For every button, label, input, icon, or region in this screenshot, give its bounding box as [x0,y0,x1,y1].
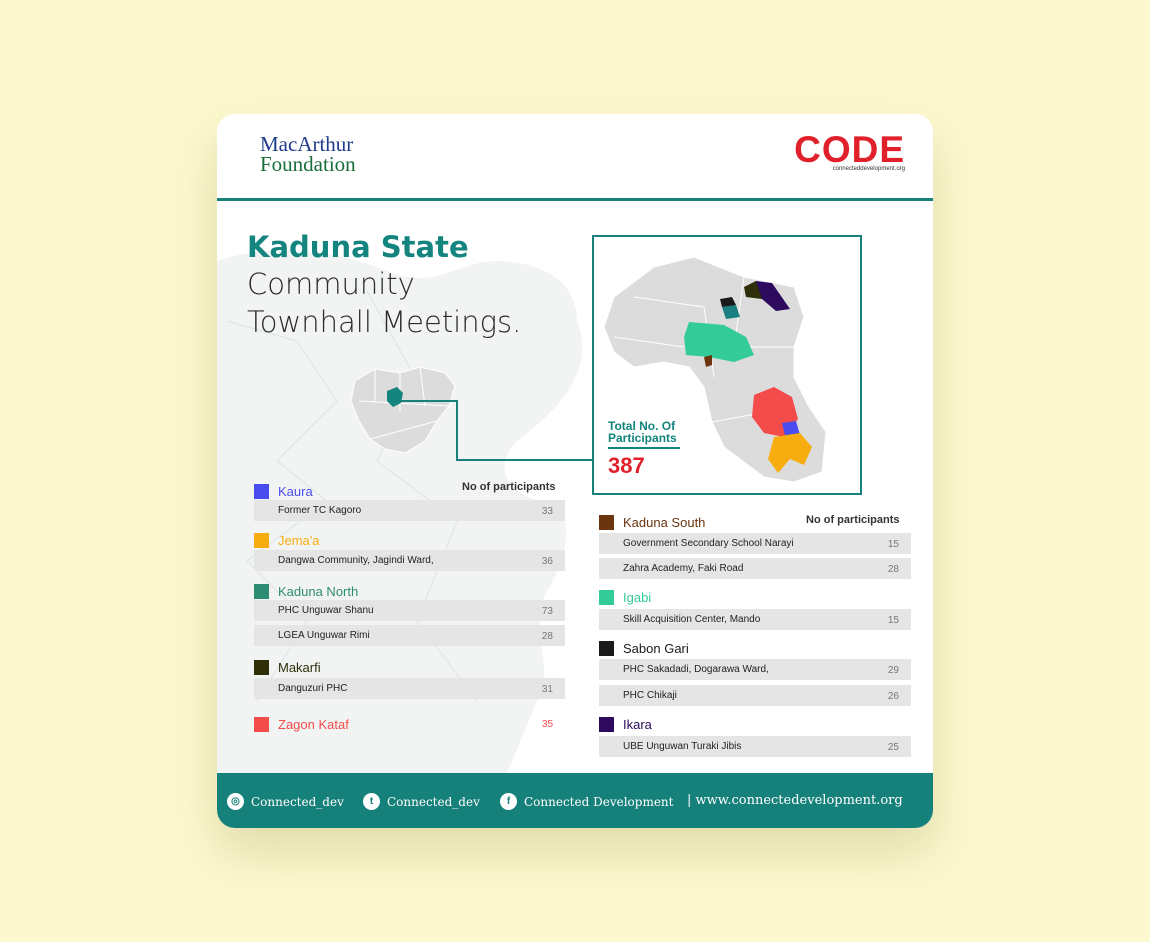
site-count: 15 [887,539,899,550]
footer: ◎ Connected_dev t Connected_dev f Connec… [217,773,933,828]
instagram-icon: ◎ [227,793,244,810]
table-row: Zahra Academy, Faki Road 28 [599,558,911,579]
table-row: PHC Sakadadi, Dogarawa Ward, 29 [599,659,911,680]
lga-ikara: Ikara [599,716,652,732]
sabon-gari-name: Sabon Gari [623,640,689,656]
site-count: 29 [887,665,899,676]
lga-igabi: Igabi [599,589,651,605]
kaduna-map-box: Total No. Of Participants 387 [592,235,862,495]
table-row: LGEA Unguwar Rimi 28 [254,625,565,646]
kaura-swatch [254,483,269,499]
twitter-link[interactable]: t Connected_dev [363,793,480,810]
facebook-handle: Connected Development [524,794,674,809]
macarthur-logo: MacArthur Foundation [260,132,356,176]
lga-kaduna-north: Kaduna North [254,583,358,599]
facebook-link[interactable]: f Connected Development [500,793,673,810]
main-content: Kaduna State Community Townhall Meetings… [217,201,933,773]
twitter-icon: t [363,793,380,810]
site-name: Former TC Kagoro [278,505,362,516]
table-row: Former TC Kagoro 33 [254,500,565,521]
table-row: Dangwa Community, Jagindi Ward, 36 [254,550,565,571]
site-count: 28 [887,564,899,575]
code-logo-text: CODE [794,129,905,170]
site-name: Zahra Academy, Faki Road [623,563,744,574]
kaduna-north-swatch [254,583,269,599]
facebook-icon: f [500,793,517,810]
table-row: PHC Chikaji 26 [599,685,911,706]
kaduna-south-swatch [599,514,614,530]
igabi-name: Igabi [623,589,652,605]
ikara-name: Ikara [623,716,652,732]
site-name: LGEA Unguwar Rimi [278,630,370,641]
left-column-header: No of participants [462,481,556,493]
table-row: PHC Unguwar Shanu 73 [254,600,565,621]
total-value: 387 [608,453,645,478]
instagram-handle: Connected_dev [251,794,344,809]
lga-jemaa: Jema'a [254,532,320,548]
zagon-kataf-name: Zagon Kataf [278,716,349,732]
site-count: 73 [541,606,553,617]
jemaa-swatch [254,532,269,548]
total-label-line2: Participants [608,431,677,445]
macarthur-logo-line2: Foundation [260,152,356,176]
site-name: Danguzuri PHC [278,683,348,694]
site-name: PHC Sakadadi, Dogarawa Ward, [623,664,769,675]
kaduna-south-name: Kaduna South [623,514,706,530]
site-count: 26 [887,691,899,702]
site-name: Government Secondary School Narayi [623,538,794,549]
site-count: 25 [887,742,899,753]
right-column-header: No of participants [806,514,900,526]
zagon-kataf-count: 35 [542,719,554,730]
makarfi-swatch [254,659,269,675]
site-name: PHC Unguwar Shanu [278,605,374,616]
kaduna-north-name: Kaduna North [278,583,359,599]
header: MacArthur Foundation CODE connecteddevel… [217,114,933,201]
title-line3: Townhall Meetings. [247,305,522,339]
makarfi-name: Makarfi [278,659,321,675]
page-title: Kaduna State Community Townhall Meetings… [247,229,521,341]
site-count: 28 [541,631,553,642]
macarthur-logo-line1: MacArthur [260,132,354,156]
title-line2: Community [247,267,415,301]
ikara-swatch [599,716,614,732]
site-count: 36 [541,556,553,567]
site-name: UBE Unguwan Turaki Jibis [623,741,742,752]
zagon-kataf-swatch [254,716,269,732]
instagram-link[interactable]: ◎ Connected_dev [227,793,344,810]
connector-line [399,400,593,461]
site-count: 15 [887,615,899,626]
kaura-name: Kaura [278,483,313,499]
title-state: Kaduna State [247,230,469,264]
table-row: Skill Acquisition Center, Mando 15 [599,609,911,630]
lga-zagon-kataf: Zagon Kataf [254,716,349,732]
code-logo: CODE connecteddevelopment.org [794,129,905,172]
site-name: Skill Acquisition Center, Mando [623,614,761,625]
site-count: 31 [541,684,553,695]
site-name: Dangwa Community, Jagindi Ward, [278,555,434,566]
jemaa-name: Jema'a [278,532,320,548]
lga-kaura: Kaura [254,483,313,499]
table-row: Government Secondary School Narayi 15 [599,533,911,554]
website-link[interactable]: | www.connectedevelopment.org [687,793,903,808]
table-row: UBE Unguwan Turaki Jibis 25 [599,736,911,757]
site-count: 33 [541,506,553,517]
sabon-gari-swatch [599,640,614,656]
total-participants: Total No. Of Participants 387 [608,420,680,479]
table-row: Danguzuri PHC 31 [254,678,565,699]
total-underline [608,447,680,449]
twitter-handle: Connected_dev [387,794,480,809]
infographic-card: MacArthur Foundation CODE connecteddevel… [217,114,933,828]
site-name: PHC Chikaji [623,690,677,701]
lga-sabon-gari: Sabon Gari [599,640,689,656]
lga-makarfi: Makarfi [254,659,321,675]
igabi-swatch [599,589,614,605]
lga-kaduna-south: Kaduna South [599,514,705,530]
